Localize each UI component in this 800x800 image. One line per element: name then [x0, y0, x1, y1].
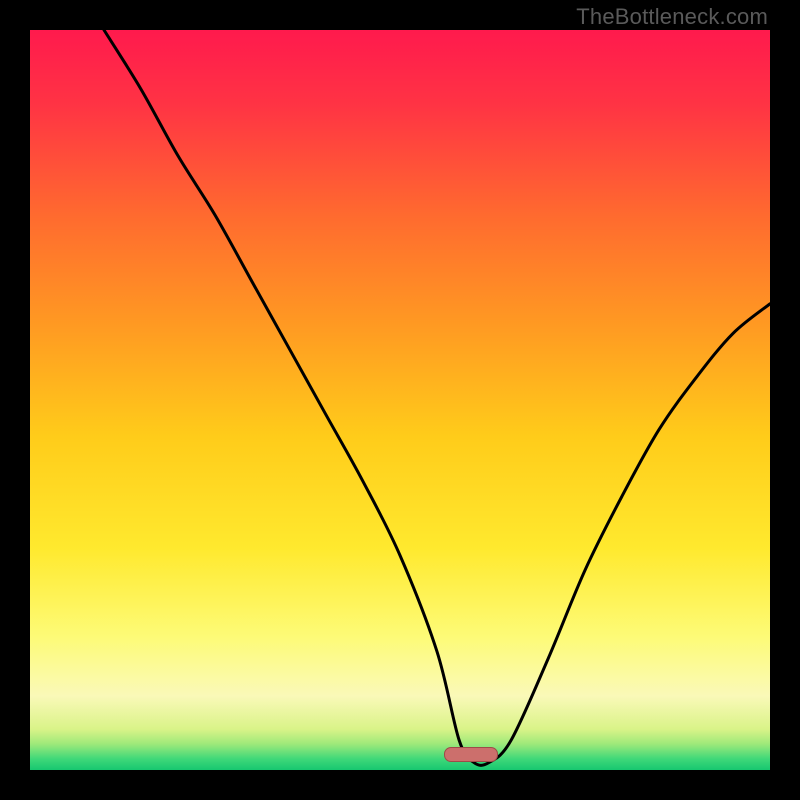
chart-plot-area: [30, 30, 770, 770]
gradient-background: [30, 30, 770, 770]
optimum-marker: [444, 747, 498, 762]
watermark-text: TheBottleneck.com: [576, 4, 768, 30]
